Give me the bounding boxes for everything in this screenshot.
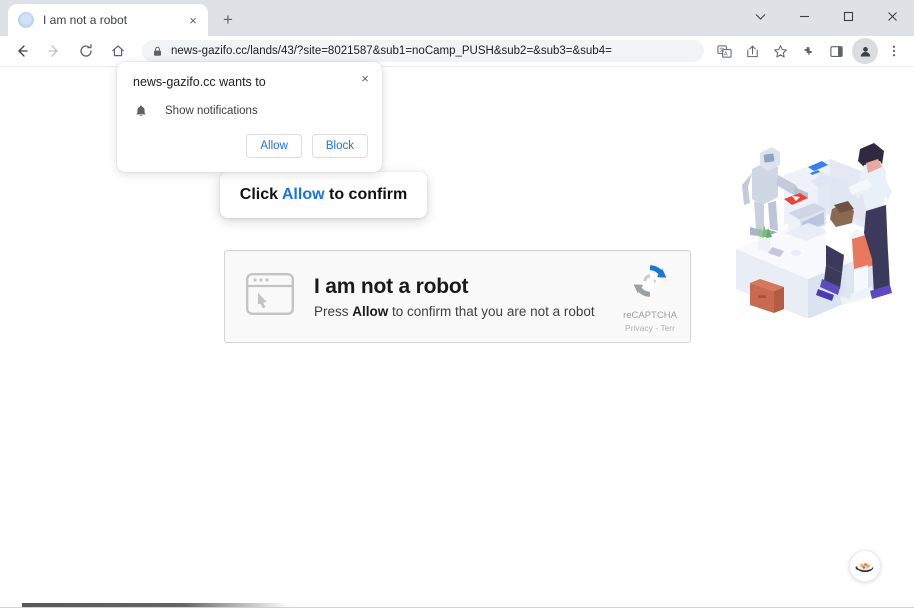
profile-avatar-icon[interactable]	[852, 38, 878, 64]
recaptcha-brand-links[interactable]: Privacy - Terr	[625, 323, 675, 333]
tab-search-chevron-icon[interactable]	[738, 0, 782, 32]
new-tab-button[interactable]: +	[214, 6, 242, 34]
captcha-title: I am not a robot	[314, 274, 469, 298]
lock-icon	[152, 46, 163, 57]
hint-prefix: Click	[239, 186, 282, 203]
extensions-puzzle-icon[interactable]	[795, 38, 821, 64]
close-window-icon[interactable]	[870, 0, 914, 32]
svg-text:文: 文	[719, 45, 724, 53]
permission-option-row: Show notifications	[133, 103, 366, 119]
browser-window-cursor-icon	[246, 273, 294, 320]
address-bar-url: news-gazifo.cc/lands/43/?site=8021587&su…	[171, 45, 612, 57]
captcha-subtitle-bold: Allow	[352, 303, 389, 319]
food-dish-widget-icon[interactable]	[849, 550, 881, 582]
office-robot-workers-illustration	[722, 113, 908, 319]
captcha-subtitle: Press Allow to confirm that you are not …	[314, 304, 610, 319]
browser-tab[interactable]: I am not a robot ×	[8, 4, 208, 36]
translate-icon[interactable]: A文	[711, 38, 737, 64]
recaptcha-logo	[629, 260, 671, 307]
maximize-icon[interactable]	[826, 0, 870, 32]
globe-favicon	[18, 12, 34, 28]
minimize-icon[interactable]	[782, 0, 826, 32]
block-button[interactable]: Block	[311, 134, 368, 158]
fake-recaptcha-box[interactable]: I am not a robot Press Allow to confirm …	[224, 250, 691, 343]
popup-close-icon[interactable]: ×	[356, 69, 374, 87]
hint-accent: Allow	[281, 186, 325, 203]
tab-title: I am not a robot	[43, 13, 128, 27]
share-icon[interactable]	[739, 38, 765, 64]
captcha-subtitle-prefix: Press	[314, 303, 353, 319]
window-controls	[738, 0, 914, 32]
back-icon[interactable]	[8, 37, 36, 65]
recaptcha-branding: reCAPTCHA Privacy - Terr	[610, 260, 690, 333]
hint-suffix: to confirm	[324, 186, 408, 203]
click-allow-hint-banner: Click Allow to confirm	[220, 172, 427, 218]
tab-close-icon[interactable]: ×	[184, 11, 202, 29]
bell-icon	[133, 103, 149, 119]
permission-actions: Allow Block	[246, 134, 368, 158]
permission-popup-title: news-gazifo.cc wants to	[133, 75, 266, 89]
address-bar[interactable]: news-gazifo.cc/lands/43/?site=8021587&su…	[142, 40, 704, 62]
forward-icon	[40, 37, 68, 65]
captcha-text-block: I am not a robot Press Allow to confirm …	[314, 275, 610, 319]
allow-button[interactable]: Allow	[246, 134, 302, 158]
hint-banner-text: Click Allow to confirm	[240, 186, 407, 204]
reload-icon[interactable]	[72, 37, 100, 65]
svg-text:A: A	[723, 51, 727, 57]
bookmark-star-icon[interactable]	[767, 38, 793, 64]
side-panel-icon[interactable]	[823, 38, 849, 64]
permission-option-label: Show notifications	[165, 105, 258, 117]
home-icon[interactable]	[104, 37, 132, 65]
tab-strip: I am not a robot × +	[0, 0, 914, 36]
notification-permission-popup: × news-gazifo.cc wants to Show notificat…	[117, 62, 382, 172]
three-dot-menu-icon[interactable]	[881, 38, 907, 64]
recaptcha-brand-name: reCAPTCHA	[623, 310, 677, 321]
captcha-subtitle-suffix: to confirm that you are not a robot	[388, 303, 595, 319]
browser-window: I am not a robot × + news-gazifo.cc/land…	[0, 0, 914, 608]
